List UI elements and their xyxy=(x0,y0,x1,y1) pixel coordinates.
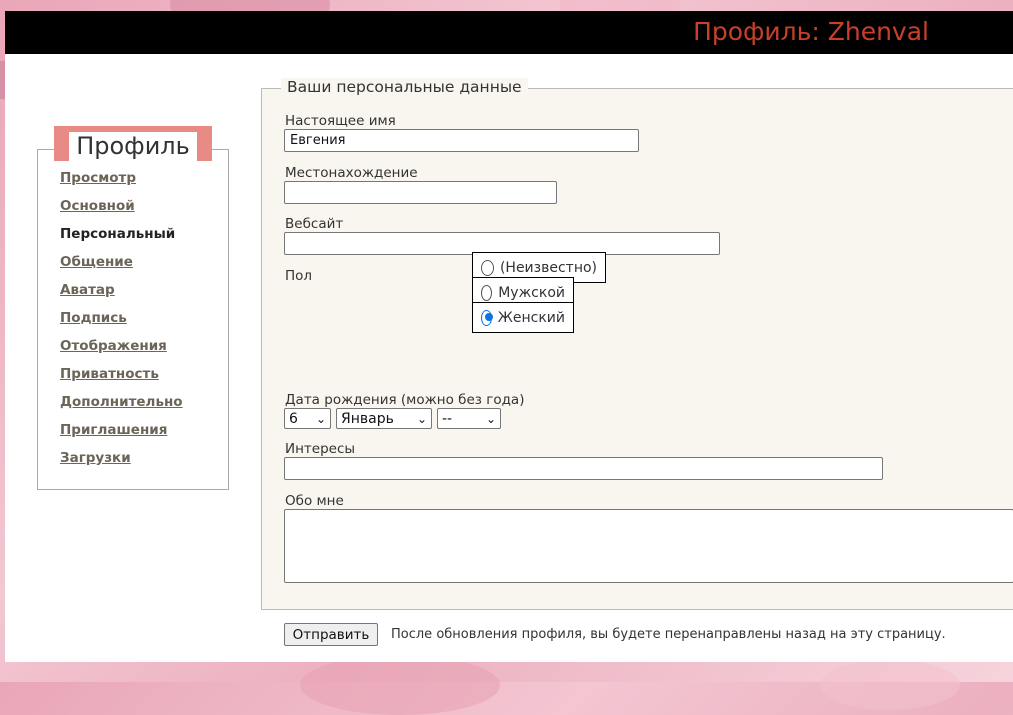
radio-unknown[interactable] xyxy=(481,259,494,276)
sidebar-item-uploads[interactable]: Загрузки xyxy=(60,450,131,466)
real-name-label: Настоящее имя xyxy=(285,113,396,129)
birthday-label: Дата рождения (можно без года) xyxy=(285,392,525,408)
sidebar-title: Профиль xyxy=(69,132,197,161)
chevron-down-icon: ⌄ xyxy=(485,411,496,426)
birthday-year-select[interactable]: -- ⌄ xyxy=(437,408,501,429)
interests-label: Интересы xyxy=(285,441,356,457)
main-content: Профиль Просмотр Основной Персональный О… xyxy=(5,54,1013,662)
sidebar-item-privacy[interactable]: Приватность xyxy=(60,366,159,382)
page-title: Профиль: Zhenval xyxy=(693,17,929,46)
sidebar-item-view[interactable]: Просмотр xyxy=(60,170,136,186)
gender-option-female[interactable]: Женский xyxy=(472,302,574,333)
birthday-month-value: Январь xyxy=(341,410,394,427)
real-name-input[interactable] xyxy=(284,129,639,152)
sidebar-item-invitations[interactable]: Приглашения xyxy=(60,422,167,438)
header-bar: Профиль: Zhenval xyxy=(5,11,1013,54)
website-label: Вебсайт xyxy=(285,216,344,232)
location-label: Местонахождение xyxy=(285,165,418,181)
redirect-note: После обновления профиля, вы будете пере… xyxy=(391,627,946,642)
gender-option-male-label: Мужской xyxy=(498,284,565,301)
about-label: Обо мне xyxy=(285,493,344,509)
gender-option-unknown-label: (Неизвестно) xyxy=(499,259,597,276)
sidebar-menu: Просмотр Основной Персональный Общение А… xyxy=(60,170,183,478)
chevron-down-icon: ⌄ xyxy=(315,411,326,426)
sidebar-item-signature[interactable]: Подпись xyxy=(60,310,127,326)
interests-input[interactable] xyxy=(284,457,883,480)
birthday-day-value: 6 xyxy=(289,410,298,427)
background-decoration xyxy=(820,660,960,710)
fieldset-legend: Ваши персональные данные xyxy=(281,78,528,96)
about-textarea[interactable] xyxy=(284,509,1013,583)
birthday-day-select[interactable]: 6 ⌄ xyxy=(284,408,331,429)
gender-option-female-label: Женский xyxy=(497,309,565,326)
chevron-down-icon: ⌄ xyxy=(416,411,427,426)
background-decoration xyxy=(300,655,500,715)
sidebar-item-avatar[interactable]: Аватар xyxy=(60,282,115,298)
gender-label: Пол xyxy=(285,268,313,284)
sidebar-item-communication[interactable]: Общение xyxy=(60,254,133,270)
submit-button[interactable]: Отправить xyxy=(284,623,378,646)
radio-female[interactable] xyxy=(481,309,493,326)
birthday-year-value: -- xyxy=(442,410,453,427)
radio-male[interactable] xyxy=(481,284,493,301)
birthday-month-select[interactable]: Январь ⌄ xyxy=(336,408,432,429)
sidebar-item-additional[interactable]: Дополнительно xyxy=(60,394,183,410)
sidebar-item-display[interactable]: Отображения xyxy=(60,338,167,354)
sidebar-title-block: Профиль xyxy=(54,126,212,161)
sidebar-item-basic[interactable]: Основной xyxy=(60,198,135,214)
location-input[interactable] xyxy=(284,181,557,204)
sidebar-item-personal[interactable]: Персональный xyxy=(60,226,175,242)
